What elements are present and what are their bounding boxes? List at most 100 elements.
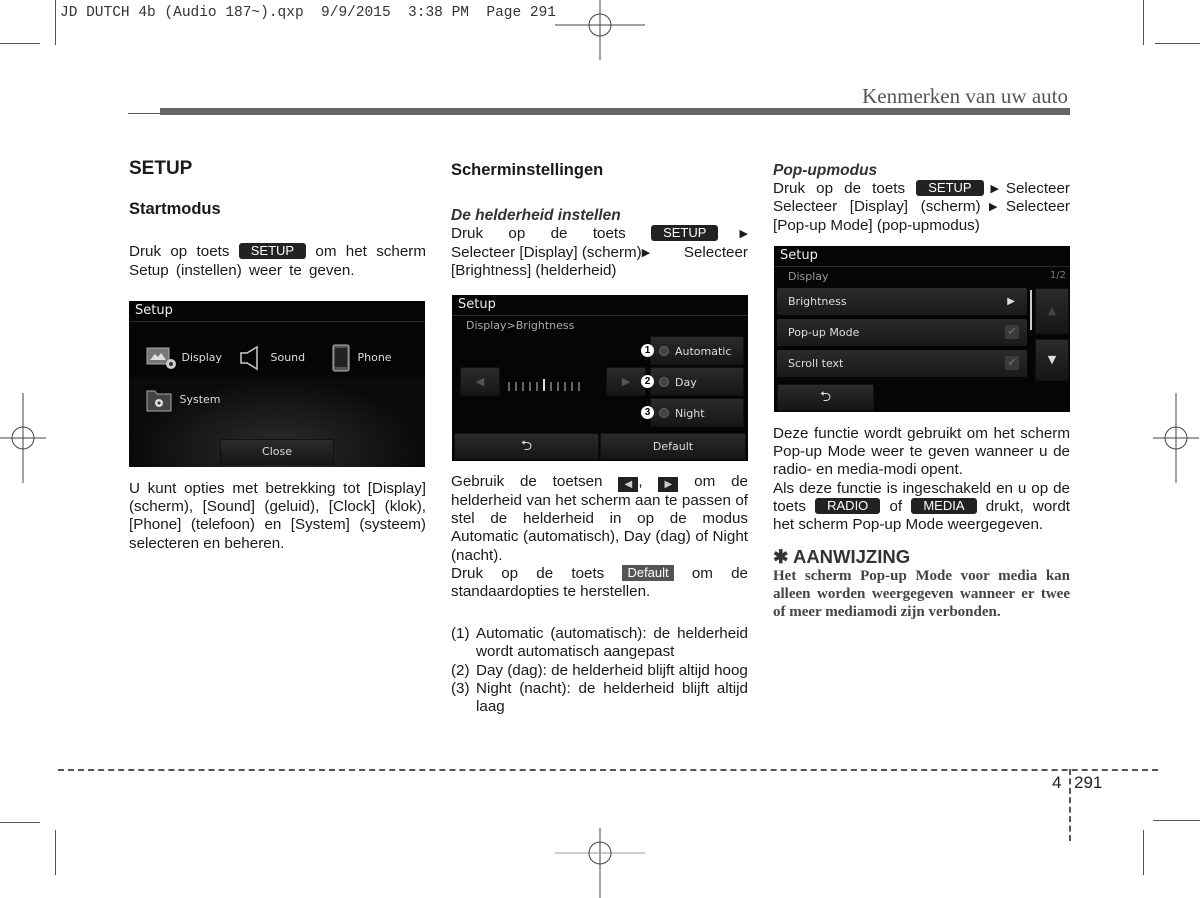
paragraph: Deze functie wordt gebruikt om het scher… — [773, 425, 1070, 479]
callout-badge: 3 — [641, 406, 654, 419]
mode-label: Day — [675, 376, 697, 389]
back-button[interactable]: ⮌ — [454, 433, 599, 460]
footer-divider — [1069, 769, 1071, 841]
scrollbar-thumb[interactable] — [1030, 290, 1032, 330]
row-label: Brightness — [788, 295, 847, 308]
slider-tick — [543, 379, 545, 391]
section-label: Display — [788, 270, 829, 283]
footer-rule — [58, 769, 1158, 771]
default-key-badge: Default — [622, 564, 674, 581]
subsection-title: Pop-upmodus — [773, 162, 878, 179]
column-2: Scherminstellingen De helderheid instell… — [451, 161, 748, 280]
row-label: Scroll text — [788, 357, 844, 370]
callout-badge: 2 — [641, 375, 654, 388]
radio-indicator — [659, 346, 669, 356]
brightness-screen-image: Setup Display>Brightness ◀ ▶ Automatic D… — [452, 295, 748, 461]
brightness-slider[interactable] — [508, 376, 585, 395]
paragraph: U kunt opties met betrekking tot [Displa… — [129, 480, 426, 552]
menu-item-label: Sound — [270, 351, 306, 364]
list-number: (2) — [451, 661, 470, 679]
menu-item-label: Phone — [357, 351, 392, 364]
print-slug: JD DUTCH 4b (Audio 187~).qxp 9/9/2015 3:… — [60, 5, 556, 21]
text: Gebruik de toetsen — [451, 473, 603, 490]
slider-tick — [578, 382, 580, 391]
text: Selecteer [Display] (scherm) — [773, 198, 981, 216]
instruction-line: Druk op de toets SETUP ▶Selecteer — [773, 180, 1070, 198]
menu-item-label: System — [179, 393, 221, 406]
page-indicator: 1/2 — [1049, 270, 1066, 281]
text: Selecteer [Display] (scherm) — [451, 243, 642, 261]
display-settings-icon — [146, 347, 176, 369]
back-arrow-icon: ⮌ — [520, 438, 533, 454]
left-arrow-key-icon: ◀ — [618, 477, 639, 492]
slider-tick — [550, 382, 552, 391]
column-2-body: Gebruik de toetsen ◀, ▶ om de helderheid… — [451, 473, 748, 716]
slider-tick — [536, 382, 538, 391]
registration-mark-icon — [555, 0, 645, 60]
header-rule — [160, 108, 1070, 115]
menu-item-phone[interactable]: Phone — [332, 344, 392, 372]
text: Druk op de toets — [451, 225, 626, 243]
arrow-right-icon: ▶ — [718, 228, 748, 241]
menu-item-sound[interactable]: Sound — [239, 345, 305, 371]
text: Druk op toets — [129, 243, 230, 261]
arrow-right-icon: ▶ — [983, 183, 1006, 196]
menu-item-display[interactable]: Display — [146, 346, 222, 370]
registration-mark-icon — [0, 393, 46, 483]
popup-mode-screen-image: Setup Display 1/2 Brightness ▶ Pop-up Mod… — [774, 246, 1070, 412]
system-folder-icon — [146, 390, 172, 412]
chapter-number: 4 — [1052, 773, 1062, 792]
paragraph: Als deze functie is ingeschakeld en u op… — [773, 480, 1070, 535]
crop-mark — [1155, 43, 1200, 44]
note-title: ✱ AANWIJZING — [773, 546, 911, 568]
radio-indicator — [659, 408, 669, 418]
list-row-scroll-text[interactable]: Scroll text ✔ — [777, 350, 1027, 377]
callout-badge: 1 — [641, 344, 654, 357]
crop-mark — [0, 822, 40, 823]
text: Druk op de toets — [773, 180, 906, 198]
crop-mark — [1143, 0, 1144, 45]
crop-mark — [55, 830, 56, 875]
slider-tick — [571, 382, 573, 391]
mode-day-button[interactable]: Day — [650, 367, 744, 396]
list-text: Automatic (automatisch): de helderheid w… — [476, 625, 748, 661]
slider-tick — [557, 382, 559, 391]
column-3: Pop-upmodus Druk op de toets SETUP ▶Selec… — [773, 162, 1070, 235]
registration-mark-icon — [555, 828, 645, 898]
mode-night-button[interactable]: Night — [650, 398, 744, 427]
mode-label: Night — [675, 407, 705, 420]
column-1: SETUP Startmodus Druk op toets SETUP om … — [129, 159, 426, 280]
list-number: (3) — [451, 679, 470, 697]
right-arrow-key-icon: ▶ — [658, 477, 679, 492]
setup-screen-image: Setup Display Sound Phone System Close — [129, 301, 425, 467]
instruction-line: Selecteer [Display] (scherm)▶Selecteer [… — [773, 198, 1070, 234]
column-3-body: Deze functie wordt gebruikt om het scher… — [773, 425, 1070, 621]
section-header-title: Kenmerken van uw auto — [862, 84, 1068, 108]
brightness-increase-button[interactable]: ▶ — [606, 367, 646, 396]
list-row-popup-mode[interactable]: Pop-up Mode ✔ — [777, 319, 1027, 346]
menu-item-system[interactable]: System — [146, 388, 221, 412]
list-item: (2) Day (dag): de helderheid blijft altij… — [451, 662, 748, 680]
subsection-title: De helderheid instellen — [451, 207, 621, 225]
screen-title: Setup — [780, 248, 818, 263]
speaker-icon — [240, 345, 258, 371]
paragraph: Gebruik de toetsen ◀, ▶ om de helderheid… — [451, 473, 748, 564]
scroll-down-button[interactable]: ▼ — [1035, 339, 1069, 381]
mode-automatic-button[interactable]: Automatic — [650, 336, 744, 365]
instruction-line: Druk op de toets SETUP ▶ — [451, 225, 748, 243]
default-button[interactable]: Default — [600, 433, 746, 460]
checkbox-icon[interactable]: ✔ — [1005, 356, 1019, 370]
page-number: 291 — [1074, 773, 1103, 792]
list-row-brightness[interactable]: Brightness ▶ — [777, 288, 1027, 315]
back-button[interactable]: ⮌ — [777, 384, 874, 411]
brightness-decrease-button[interactable]: ◀ — [460, 367, 500, 396]
slider-tick — [515, 382, 517, 391]
list-item: (3) Night (nacht): de helderheid blijft a… — [451, 680, 748, 716]
slider-tick — [522, 382, 524, 391]
scroll-up-button[interactable]: ▲ — [1035, 288, 1069, 334]
close-button[interactable]: Close — [220, 439, 334, 465]
crop-mark — [0, 43, 40, 44]
checkbox-icon[interactable]: ✔ — [1005, 325, 1019, 339]
screen-title-bar — [129, 301, 425, 322]
slider-tick — [508, 382, 510, 391]
